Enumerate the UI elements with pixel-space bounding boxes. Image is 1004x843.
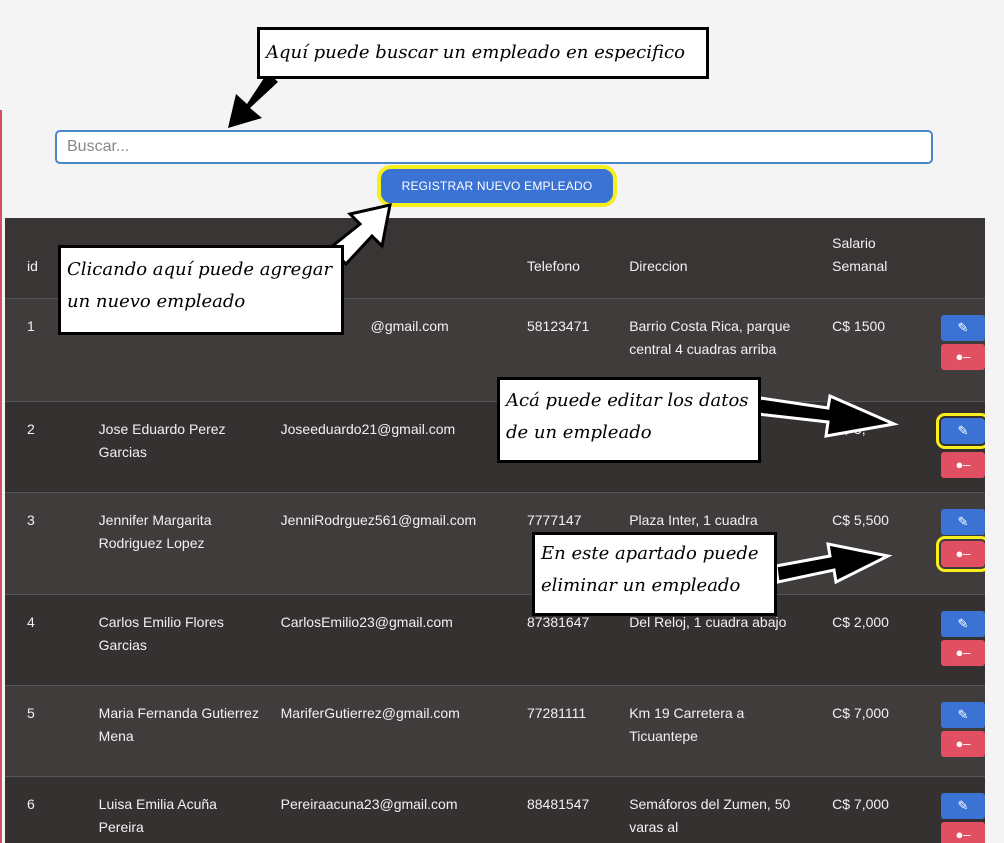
search-callout: Aquí puede buscar un empleado en especif… (257, 27, 709, 79)
table-row: 4 Carlos Emilio Flores Garcias CarlosEmi… (5, 593, 985, 685)
delete-button[interactable]: ●– (941, 639, 985, 666)
edit-button[interactable]: ✎ (941, 610, 985, 637)
cell-actions: ✎ ●– (941, 297, 985, 401)
cell-phone: 77281111 (526, 684, 630, 776)
cell-salary: C$ 1500 (832, 297, 941, 401)
cell-name: Jennifer Margarita Rodriguez Lopez (98, 491, 281, 594)
cell-actions: ✎ ●– (941, 775, 985, 843)
pencil-icon: ✎ (957, 513, 969, 529)
cell-salary: C$ 5, (832, 400, 941, 492)
header-actions (941, 218, 985, 298)
cell-actions: ✎ ●– (941, 593, 985, 685)
header-phone: Telefono (526, 257, 580, 274)
table-row: 5 Maria Fernanda Gutierrez Mena MariferG… (5, 684, 985, 776)
cell-salary: C$ 7,000 (832, 775, 941, 843)
search-input[interactable] (55, 130, 933, 164)
page-left-border (0, 110, 2, 843)
cell-actions: ✎ ●– (936, 400, 985, 492)
register-employee-button[interactable]: REGISTRAR NUEVO EMPLEADO (377, 165, 617, 207)
user-minus-icon: ●– (955, 456, 971, 472)
cell-email: Joseeduardo21@gmail.com (280, 400, 527, 492)
delete-button[interactable]: ●– (936, 535, 985, 572)
cell-phone: 88481547 (526, 775, 630, 843)
delete-button[interactable]: ●– (941, 343, 985, 370)
edit-button[interactable]: ✎ (936, 412, 985, 449)
edit-button[interactable]: ✎ (941, 314, 985, 341)
cell-actions: ✎ ●– (941, 684, 985, 776)
edit-button[interactable]: ✎ (941, 792, 985, 819)
delete-callout: En este apartado puede eliminar un emple… (532, 532, 777, 616)
user-minus-icon: ●– (955, 735, 971, 751)
cell-id: 2 (5, 400, 99, 492)
edit-callout: Acá puede editar los datos de un emplead… (497, 377, 761, 463)
cell-name: Carlos Emilio Flores Garcias (98, 593, 281, 685)
delete-button[interactable]: ●– (941, 821, 985, 843)
pencil-icon: ✎ (957, 797, 969, 813)
cell-id: 4 (5, 593, 99, 685)
delete-button[interactable]: ●– (941, 730, 985, 757)
edit-button[interactable]: ✎ (941, 701, 985, 728)
cell-name: Luisa Emilia Acuña Pereira (98, 775, 281, 843)
delete-button[interactable]: ●– (941, 451, 985, 478)
edit-button[interactable]: ✎ (941, 508, 985, 535)
header-address: Direccion (629, 257, 688, 274)
cell-address: Km 19 Carretera a Ticuantepe (629, 684, 833, 776)
header-salary: Salario Semanal (832, 234, 888, 274)
pencil-icon: ✎ (957, 319, 969, 335)
cell-email: Pereiraacuna23@gmail.com (280, 775, 527, 843)
cell-salary: C$ 5,500 (832, 491, 941, 594)
cell-id: 5 (5, 684, 99, 776)
cell-name: Maria Fernanda Gutierrez Mena (98, 684, 281, 776)
cell-email: MariferGutierrez@gmail.com (280, 684, 527, 776)
user-minus-icon: ●– (955, 644, 971, 660)
table-row: 6 Luisa Emilia Acuña Pereira Pereiraacun… (5, 775, 985, 843)
cell-id: 6 (5, 775, 99, 843)
cell-email: JenniRodrguez561@gmail.com (280, 491, 527, 594)
register-callout: Clicando aquí puede agregar un nuevo emp… (58, 245, 344, 335)
cell-id: 3 (5, 491, 99, 594)
cell-name: Jose Eduardo Perez Garcias (98, 400, 281, 492)
user-minus-icon: ●– (955, 348, 971, 364)
search-arrow-icon (228, 72, 278, 128)
table-row: 3 Jennifer Margarita Rodriguez Lopez Jen… (5, 491, 985, 594)
pencil-icon: ✎ (957, 706, 969, 722)
user-minus-icon: ●– (955, 826, 971, 842)
pencil-icon: ✎ (957, 422, 969, 438)
cell-actions: ✎ ●– (936, 491, 985, 594)
table-row: 2 Jose Eduardo Perez Garcias Joseeduardo… (5, 400, 985, 492)
cell-salary: C$ 2,000 (832, 593, 941, 685)
cell-address: Semáforos del Zumen, 50 varas al (629, 775, 833, 843)
pencil-icon: ✎ (957, 615, 969, 631)
cell-email: CarlosEmilio23@gmail.com (280, 593, 527, 685)
user-minus-icon: ●– (955, 545, 971, 561)
cell-salary: C$ 7,000 (832, 684, 941, 776)
